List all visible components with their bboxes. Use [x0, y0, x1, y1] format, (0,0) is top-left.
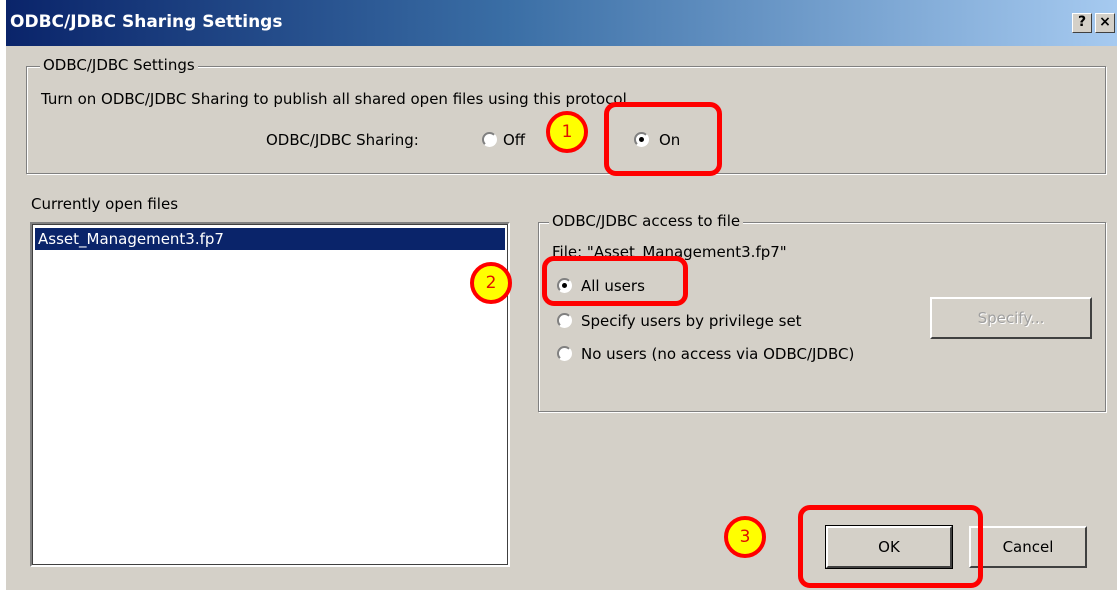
callout-highlight-on-option	[604, 102, 722, 176]
settings-description: Turn on ODBC/JDBC Sharing to publish all…	[41, 90, 632, 108]
no-users-label[interactable]: No users (no access via ODBC/JDBC)	[581, 345, 854, 363]
callout-highlight-ok-button	[798, 505, 983, 588]
list-item[interactable]: Asset_Management3.fp7	[35, 228, 505, 250]
callout-highlight-all-users	[542, 256, 688, 306]
title-bar[interactable]: ODBC/JDBC Sharing Settings ? ×	[6, 0, 1117, 46]
privilege-set-radio[interactable]	[557, 313, 572, 328]
callout-badge-1: 1	[546, 111, 588, 153]
settings-group-legend: ODBC/JDBC Settings	[40, 56, 198, 74]
no-users-radio[interactable]	[557, 346, 572, 361]
specify-button[interactable]: Specify...	[930, 297, 1092, 339]
help-button[interactable]: ?	[1072, 13, 1092, 33]
file-access-group-legend: ODBC/JDBC access to file	[549, 212, 744, 230]
sharing-off-radio[interactable]	[482, 132, 497, 147]
odbc-jdbc-sharing-dialog: ODBC/JDBC Sharing Settings ? × ODBC/JDBC…	[6, 0, 1117, 590]
callout-badge-3: 3	[724, 516, 766, 558]
open-files-listbox[interactable]: Asset_Management3.fp7	[30, 222, 510, 567]
sharing-label: ODBC/JDBC Sharing:	[266, 131, 419, 149]
open-files-label: Currently open files	[31, 195, 179, 213]
window-title: ODBC/JDBC Sharing Settings	[10, 12, 283, 32]
close-button[interactable]: ×	[1095, 13, 1115, 33]
callout-badge-2: 2	[470, 262, 512, 304]
sharing-off-label[interactable]: Off	[503, 131, 525, 149]
cancel-button[interactable]: Cancel	[969, 526, 1087, 568]
privilege-set-label[interactable]: Specify users by privilege set	[581, 312, 802, 330]
